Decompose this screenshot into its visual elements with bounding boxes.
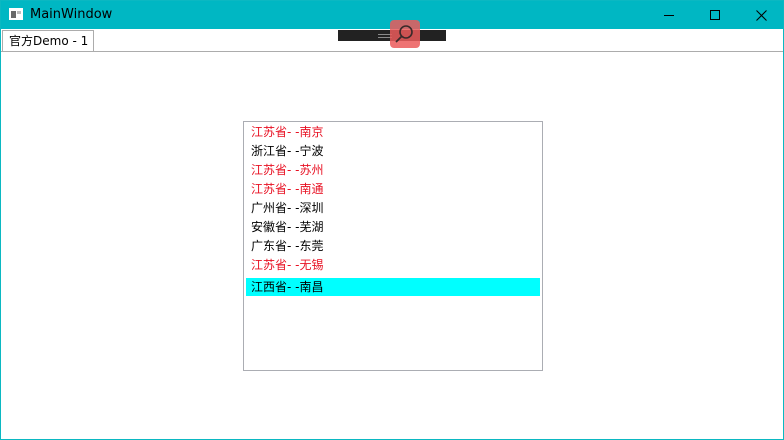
list-item[interactable]: 江苏省- -南京 [246, 123, 540, 141]
window-title: MainWindow [30, 7, 113, 22]
close-button[interactable] [738, 1, 784, 29]
maximize-icon [710, 10, 720, 20]
list-item-selected[interactable]: 江西省- -南昌 [246, 278, 540, 296]
list-item[interactable]: 江苏省- -南通 [246, 180, 540, 198]
minimize-button[interactable] [646, 1, 692, 29]
list-item[interactable]: 江苏省- -无锡 [246, 256, 540, 274]
close-icon [755, 9, 767, 21]
search-icon [395, 25, 413, 43]
list-item[interactable]: 安徽省- -芜湖 [246, 218, 540, 236]
list-item[interactable]: 浙江省- -宁波 [246, 142, 540, 160]
app-icon [9, 8, 23, 20]
debug-toolbar[interactable] [338, 20, 446, 48]
tab-demo-1[interactable]: 官方Demo - 1 [2, 30, 94, 51]
list-item[interactable]: 广东省- -东莞 [246, 237, 540, 255]
list-item[interactable]: 广州省- -深圳 [246, 199, 540, 217]
minimize-icon [664, 15, 674, 16]
maximize-button[interactable] [692, 1, 738, 29]
province-city-listbox[interactable]: 江苏省- -南京 浙江省- -宁波 江苏省- -苏州 江苏省- -南通 广州省-… [243, 121, 543, 371]
list-item[interactable]: 江苏省- -苏州 [246, 161, 540, 179]
search-button[interactable] [390, 20, 420, 48]
main-window: MainWindow 官方Demo - 1 江苏省- -南京 浙江省- -宁波 … [0, 0, 784, 440]
